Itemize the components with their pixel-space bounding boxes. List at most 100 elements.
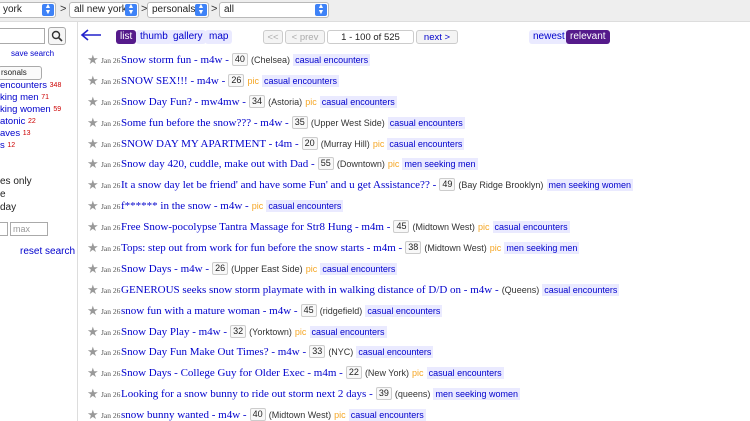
favorite-star-icon[interactable]: ★: [87, 241, 99, 255]
listing-title[interactable]: Snow Day Fun? - mw4mw -: [121, 96, 246, 108]
listing-title[interactable]: Snow day 420, cuddle, make out with Dad …: [121, 158, 315, 170]
listing-category[interactable]: casual encounters: [320, 262, 398, 275]
listing-title[interactable]: Looking for a snow bunny to ride out sto…: [121, 388, 373, 400]
listing-category[interactable]: casual encounters: [356, 346, 434, 359]
favorite-star-icon[interactable]: ★: [87, 282, 99, 297]
listing-title[interactable]: GENEROUS seeks snow storm playmate with …: [121, 284, 499, 296]
listing-neighborhood: (ridgefield): [319, 305, 363, 316]
location-select[interactable]: york ▲ ▼: [0, 2, 56, 18]
listing-category[interactable]: casual encounters: [348, 409, 426, 421]
select-chevron-icon: ▲ ▼: [125, 3, 137, 16]
listing-title[interactable]: Tops: step out from work for fun before …: [121, 242, 402, 254]
listing-category[interactable]: casual encounters: [365, 304, 443, 317]
listing-title[interactable]: Snow Days - m4w -: [121, 263, 209, 275]
listing-row: ★ Jan 26 f****** in the snow - m4w - pic c…: [87, 198, 747, 219]
favorite-star-icon[interactable]: ★: [87, 136, 99, 151]
listing-category[interactable]: casual encounters: [426, 367, 504, 380]
sidebar-category-item[interactable]: atonic 22: [0, 116, 61, 128]
next-page-button[interactable]: next >: [416, 30, 458, 44]
listing-category[interactable]: casual encounters: [387, 137, 465, 150]
favorite-star-icon[interactable]: ★: [87, 53, 99, 67]
search-button[interactable]: [48, 27, 66, 45]
listing-age: 40: [231, 53, 248, 66]
favorite-star-icon[interactable]: ★: [87, 73, 99, 88]
sort-relevant-tab[interactable]: relevant: [566, 30, 610, 44]
listing-row: ★ Jan 26 snow fun with a mature woman - m4…: [87, 303, 747, 324]
listing-category[interactable]: men seeking women: [433, 388, 521, 401]
favorite-star-icon[interactable]: ★: [87, 157, 99, 171]
prev-page-button[interactable]: < prev: [285, 30, 325, 44]
search-input[interactable]: [0, 28, 45, 44]
reset-search-link[interactable]: reset search: [20, 246, 75, 257]
favorite-star-icon[interactable]: ★: [87, 324, 99, 339]
select-chevron-icon: ▲ ▼: [315, 3, 327, 16]
listing-category[interactable]: men seeking women: [546, 179, 634, 192]
listing-title[interactable]: Snow Day Play - m4w -: [121, 326, 227, 338]
listing-category[interactable]: casual encounters: [293, 54, 371, 66]
tab-map[interactable]: map: [205, 30, 233, 44]
area-select[interactable]: all new york ▲ ▼: [69, 2, 139, 18]
favorite-star-icon[interactable]: ★: [87, 366, 99, 380]
listing-title[interactable]: snow bunny wanted - m4w -: [121, 409, 247, 421]
favorite-star-icon[interactable]: ★: [87, 94, 99, 109]
subcategory-select[interactable]: all ▲ ▼: [219, 2, 329, 18]
listing-category[interactable]: casual encounters: [319, 95, 397, 108]
listing-title[interactable]: Snow storm fun - m4w -: [121, 54, 229, 66]
category-select[interactable]: personals ▲ ▼: [147, 2, 209, 18]
listing-category[interactable]: casual encounters: [266, 200, 344, 213]
filter-option[interactable]: day: [0, 202, 16, 213]
listing-neighborhood: (NYC): [328, 347, 354, 358]
sidebar-category-item[interactable]: s 12: [0, 140, 61, 152]
sidebar-category-item[interactable]: king men 71: [0, 92, 61, 104]
listing-title[interactable]: It a snow day let be friend' and have so…: [121, 179, 436, 191]
favorite-star-icon[interactable]: ★: [87, 387, 99, 401]
tab-thumb[interactable]: thumb: [136, 30, 172, 44]
listing-title[interactable]: Snow Days - College Guy for Older Exec -…: [121, 367, 343, 379]
listing-date: Jan 26: [101, 348, 121, 358]
breadcrumb-separator: >: [211, 3, 218, 15]
tab-gallery[interactable]: gallery: [169, 30, 207, 44]
filter-option[interactable]: es only: [0, 176, 32, 187]
filter-option[interactable]: e: [0, 189, 6, 200]
listing-pic-tag: pic: [387, 159, 400, 170]
listing-category[interactable]: casual encounters: [387, 116, 465, 129]
listing-neighborhood: (Yorktown): [249, 326, 292, 337]
listing-category[interactable]: men seeking men: [402, 158, 478, 171]
price-max-field[interactable]: max: [10, 222, 48, 236]
listing-category[interactable]: casual encounters: [262, 74, 340, 87]
save-search-link[interactable]: save search: [11, 49, 54, 58]
favorite-star-icon[interactable]: ★: [87, 220, 99, 234]
favorite-star-icon[interactable]: ★: [87, 199, 99, 213]
price-min-field[interactable]: [0, 222, 8, 236]
favorite-star-icon[interactable]: ★: [87, 178, 99, 192]
listing-row: ★ Jan 26 Tops: step out from work for fun …: [87, 240, 747, 261]
listing-category[interactable]: casual encounters: [309, 325, 387, 338]
tab-list[interactable]: list: [116, 30, 137, 44]
listing-title[interactable]: SNOW SEX!!! - m4w -: [121, 75, 225, 87]
back-arrow-icon[interactable]: [80, 28, 102, 42]
listing-list: ★ Jan 26 Snow storm fun - m4w - 40 (Chelse…: [87, 52, 747, 421]
listing-title[interactable]: f****** in the snow - m4w -: [121, 200, 249, 212]
favorite-star-icon[interactable]: ★: [87, 408, 99, 421]
sidebar-category-item[interactable]: encounters 348: [0, 80, 61, 92]
favorite-star-icon[interactable]: ★: [87, 345, 99, 359]
listing-title[interactable]: snow fun with a mature woman - m4w -: [121, 305, 298, 317]
listing-title[interactable]: Some fun before the snow??? - m4w -: [121, 117, 289, 129]
sidebar-category-item[interactable]: aves 13: [0, 128, 61, 140]
sort-newest-tab[interactable]: newest: [529, 30, 569, 44]
listing-neighborhood: (Murray Hill): [320, 138, 370, 149]
favorite-star-icon[interactable]: ★: [87, 303, 99, 318]
favorite-star-icon[interactable]: ★: [87, 261, 99, 276]
listing-title[interactable]: SNOW DAY MY APARTMENT - t4m -: [121, 138, 299, 150]
sidebar-category-select[interactable]: rsonals: [0, 66, 42, 80]
listing-category[interactable]: casual encounters: [542, 283, 620, 296]
sidebar-category-item[interactable]: king women 59: [0, 104, 61, 116]
listing-category[interactable]: men seeking men: [504, 242, 580, 255]
listing-category[interactable]: casual encounters: [492, 221, 570, 234]
first-page-button[interactable]: <<: [263, 30, 283, 44]
listing-title[interactable]: Snow Day Fun Make Out Times? - m4w -: [121, 346, 306, 358]
favorite-star-icon[interactable]: ★: [87, 115, 99, 130]
listing-pic-tag: pic: [477, 222, 490, 233]
listing-title[interactable]: Free Snow-pocolypse Tantra Massage for S…: [121, 221, 390, 233]
listing-pic-tag: pic: [305, 263, 318, 274]
